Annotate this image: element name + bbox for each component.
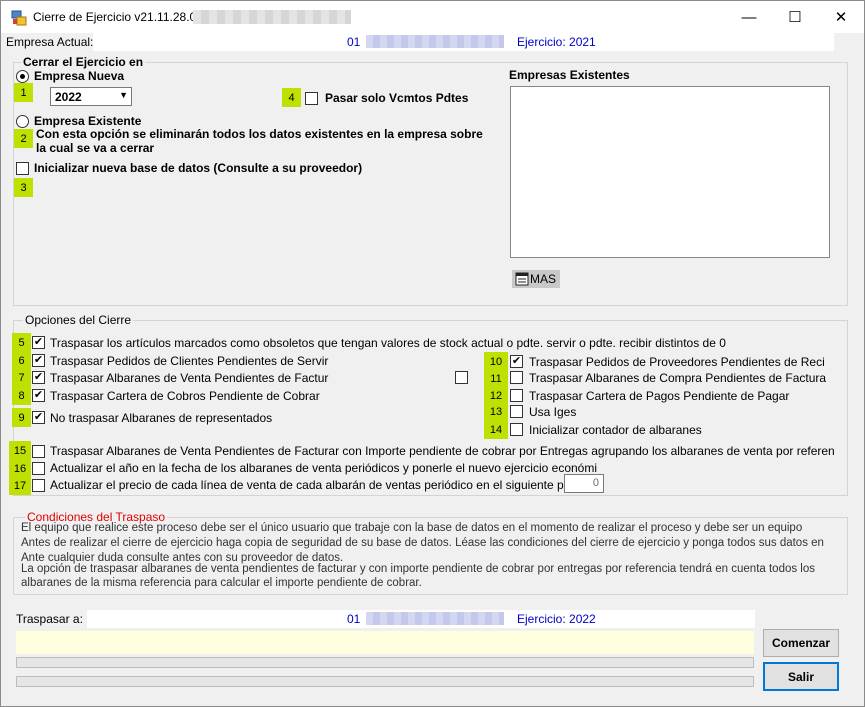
cerrar-ejercicio-legend: Cerrar el Ejercicio en: [21, 55, 146, 69]
opcion-8-checkbox[interactable]: ✔: [32, 389, 45, 402]
app-icon: [11, 10, 27, 26]
opciones-cierre-legend: Opciones del Cierre: [23, 313, 134, 327]
mas-button-label: MAS: [530, 272, 557, 286]
window-title: Cierre de Ejercicio v21.11.28.0: [33, 10, 197, 24]
empresa-existente-warning: Con esta opción se eliminarán todos los …: [36, 127, 483, 155]
marker-7: 7: [12, 368, 31, 387]
opcion-7-label: Traspasar Albaranes de Venta Pendientes …: [50, 371, 329, 385]
opcion-14-label: Inicializar contador de albaranes: [529, 423, 702, 437]
empresa-existente-radio[interactable]: [16, 115, 29, 128]
salir-button[interactable]: Salir: [763, 662, 839, 691]
opcion-13-label: Usa Iges: [529, 405, 577, 419]
opcion-15-checkbox[interactable]: [32, 445, 45, 458]
condiciones-line-4: La opción de traspasar albaranes de vent…: [21, 563, 816, 575]
status-panel: [16, 631, 754, 654]
marker-4: 4: [282, 88, 301, 107]
opcion-6-checkbox[interactable]: ✔: [32, 354, 45, 367]
maximize-button[interactable]: ☐: [772, 1, 818, 33]
traspasar-label: Traspasar a:: [16, 612, 83, 626]
opcion-17-checkbox[interactable]: [32, 479, 45, 492]
traspasar-name-redacted: [366, 612, 504, 625]
opcion-8-label: Traspasar Cartera de Cobros Pendiente de…: [50, 389, 320, 403]
solo-vcmtos-checkbox[interactable]: [305, 92, 318, 105]
opcion-7-checkbox[interactable]: ✔: [32, 371, 45, 384]
opcion-9-checkbox[interactable]: ✔: [32, 411, 45, 424]
porcentaje-input[interactable]: 0: [564, 474, 604, 493]
comenzar-button[interactable]: Comenzar: [763, 629, 839, 657]
empresa-actual-code: 01: [347, 35, 361, 49]
opcion-16-label: Actualizar el año en la fecha de los alb…: [50, 461, 598, 475]
progress-bar-2: [16, 676, 754, 687]
chevron-down-icon: ▼: [119, 90, 128, 100]
inicializar-bd-label: Inicializar nueva base de datos (Consult…: [34, 161, 363, 175]
title-redacted: [193, 10, 351, 24]
close-icon: ✕: [834, 9, 848, 26]
marker-15: 15: [9, 441, 31, 460]
empresa-actual-ejercicio: Ejercicio: 2021: [517, 35, 596, 49]
empresa-nueva-radio[interactable]: [16, 70, 29, 83]
condiciones-line-2: Antes de realizar el cierre de ejercicio…: [21, 537, 824, 549]
traspasar-code: 01: [347, 612, 361, 626]
main-window: Cierre de Ejercicio v21.11.28.0 — ☐ ✕ Em…: [0, 0, 865, 707]
year-select[interactable]: 2022 ▼: [50, 87, 132, 106]
opcion-15-label: Traspasar Albaranes de Venta Pendientes …: [50, 444, 835, 458]
marker-9: 9: [12, 408, 31, 427]
marker-2: 2: [14, 129, 33, 148]
condiciones-line-5: albaranes de la misma referencia para ca…: [21, 577, 422, 589]
inicializar-bd-checkbox[interactable]: [16, 162, 29, 175]
opcion-12-checkbox[interactable]: [510, 389, 523, 402]
empresa-existente-label: Empresa Existente: [34, 114, 142, 128]
empresa-actual-label: Empresa Actual:: [6, 35, 94, 49]
empresas-existentes-label: Empresas Existentes: [509, 68, 630, 82]
opcion-17-label: Actualizar el precio de cada línea de ve…: [50, 478, 588, 492]
year-select-value: 2022: [55, 90, 82, 104]
solo-vcmtos-label: Pasar solo Vcmtos Pdtes: [325, 91, 469, 105]
empresa-actual-name-redacted: [366, 35, 504, 48]
opcion-13-checkbox[interactable]: [510, 405, 523, 418]
marker-1: 1: [14, 83, 33, 102]
maximize-icon: ☐: [788, 9, 802, 26]
traspasar-ejercicio: Ejercicio: 2022: [517, 612, 596, 626]
opcion-5-checkbox[interactable]: ✔: [32, 336, 45, 349]
opcion-14-checkbox[interactable]: [510, 423, 523, 436]
list-icon: [515, 272, 529, 286]
opcion-10-label: Traspasar Pedidos de Proveedores Pendien…: [529, 355, 825, 369]
opcion-5-label: Traspasar los artículos marcados como ob…: [50, 336, 726, 350]
condiciones-line-1: El equipo que realice este proceso debe …: [21, 522, 803, 534]
marker-3: 3: [14, 178, 33, 197]
marker-17: 17: [9, 476, 31, 495]
marker-5: 5: [12, 333, 31, 352]
progress-bar-1: [16, 657, 754, 668]
opcion-11-label: Traspasar Albaranes de Compra Pendientes…: [529, 371, 827, 385]
title-bar: Cierre de Ejercicio v21.11.28.0 — ☐ ✕: [1, 1, 864, 33]
opcion-9-label: No traspasar Albaranes de representados: [50, 411, 273, 425]
empresas-existentes-list[interactable]: [510, 86, 830, 258]
minimize-icon: —: [741, 8, 757, 26]
marker-13: 13: [484, 402, 508, 421]
opcion-10-checkbox[interactable]: ✔: [510, 355, 523, 368]
opcion-12-label: Traspasar Cartera de Pagos Pendiente de …: [529, 389, 790, 403]
opcion-16-checkbox[interactable]: [32, 462, 45, 475]
mas-button[interactable]: MAS: [512, 270, 560, 288]
close-button[interactable]: ✕: [818, 1, 864, 33]
minimize-button[interactable]: —: [726, 1, 772, 33]
opcion-6-label: Traspasar Pedidos de Clientes Pendientes…: [50, 354, 329, 368]
opcion-7-extra-checkbox[interactable]: [455, 371, 468, 384]
empresa-nueva-label: Empresa Nueva: [34, 69, 125, 83]
marker-14: 14: [484, 420, 508, 439]
marker-8: 8: [12, 386, 31, 405]
opcion-11-checkbox[interactable]: [510, 371, 523, 384]
